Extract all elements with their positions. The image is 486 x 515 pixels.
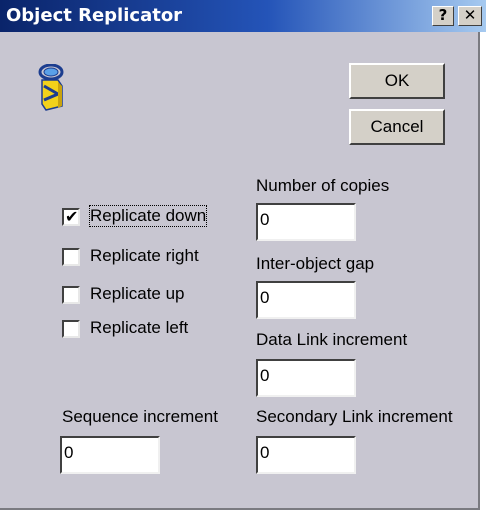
cancel-button[interactable]: Cancel bbox=[349, 109, 445, 145]
close-button[interactable]: ✕ bbox=[458, 6, 482, 26]
sequence-increment-label: Sequence increment bbox=[62, 407, 218, 426]
replicate-up-option[interactable]: Replicate up bbox=[62, 284, 232, 308]
replicate-up-checkbox[interactable] bbox=[62, 286, 80, 304]
object-replicator-dialog: Object Replicator ? ✕ OK Cancel ✔ Replic… bbox=[0, 0, 486, 510]
secondary-link-increment-label: Secondary Link increment bbox=[256, 407, 453, 426]
replicate-left-option[interactable]: Replicate left bbox=[62, 318, 232, 342]
data-link-increment-input[interactable]: 0 bbox=[256, 359, 356, 397]
inter-object-gap-input[interactable]: 0 bbox=[256, 281, 356, 319]
replicate-left-checkbox[interactable] bbox=[62, 320, 80, 338]
number-of-copies-label: Number of copies bbox=[256, 176, 390, 195]
window-title: Object Replicator bbox=[6, 5, 183, 26]
replicate-right-checkbox[interactable] bbox=[62, 248, 80, 266]
replicate-right-option[interactable]: Replicate right bbox=[62, 246, 232, 270]
replicate-left-label[interactable]: Replicate left bbox=[90, 318, 188, 338]
object-replicator-icon bbox=[38, 64, 64, 111]
ok-button[interactable]: OK bbox=[349, 63, 445, 99]
data-link-increment-label: Data Link increment bbox=[256, 330, 408, 349]
replicate-down-option[interactable]: ✔ Replicate down bbox=[62, 205, 232, 230]
replicate-right-label[interactable]: Replicate right bbox=[90, 246, 199, 266]
inter-object-gap-label: Inter-object gap bbox=[256, 254, 375, 273]
replicate-down-checkbox[interactable]: ✔ bbox=[62, 208, 80, 226]
number-of-copies-input[interactable]: 0 bbox=[256, 203, 356, 241]
sequence-increment-input[interactable]: 0 bbox=[60, 436, 160, 474]
title-bar[interactable]: Object Replicator ? ✕ bbox=[0, 0, 486, 32]
secondary-link-increment-input[interactable]: 0 bbox=[256, 436, 356, 474]
help-button[interactable]: ? bbox=[432, 6, 454, 26]
replicate-up-label[interactable]: Replicate up bbox=[90, 284, 185, 304]
replicate-down-label[interactable]: Replicate down bbox=[88, 205, 208, 227]
checkmark-icon: ✔ bbox=[65, 209, 79, 226]
